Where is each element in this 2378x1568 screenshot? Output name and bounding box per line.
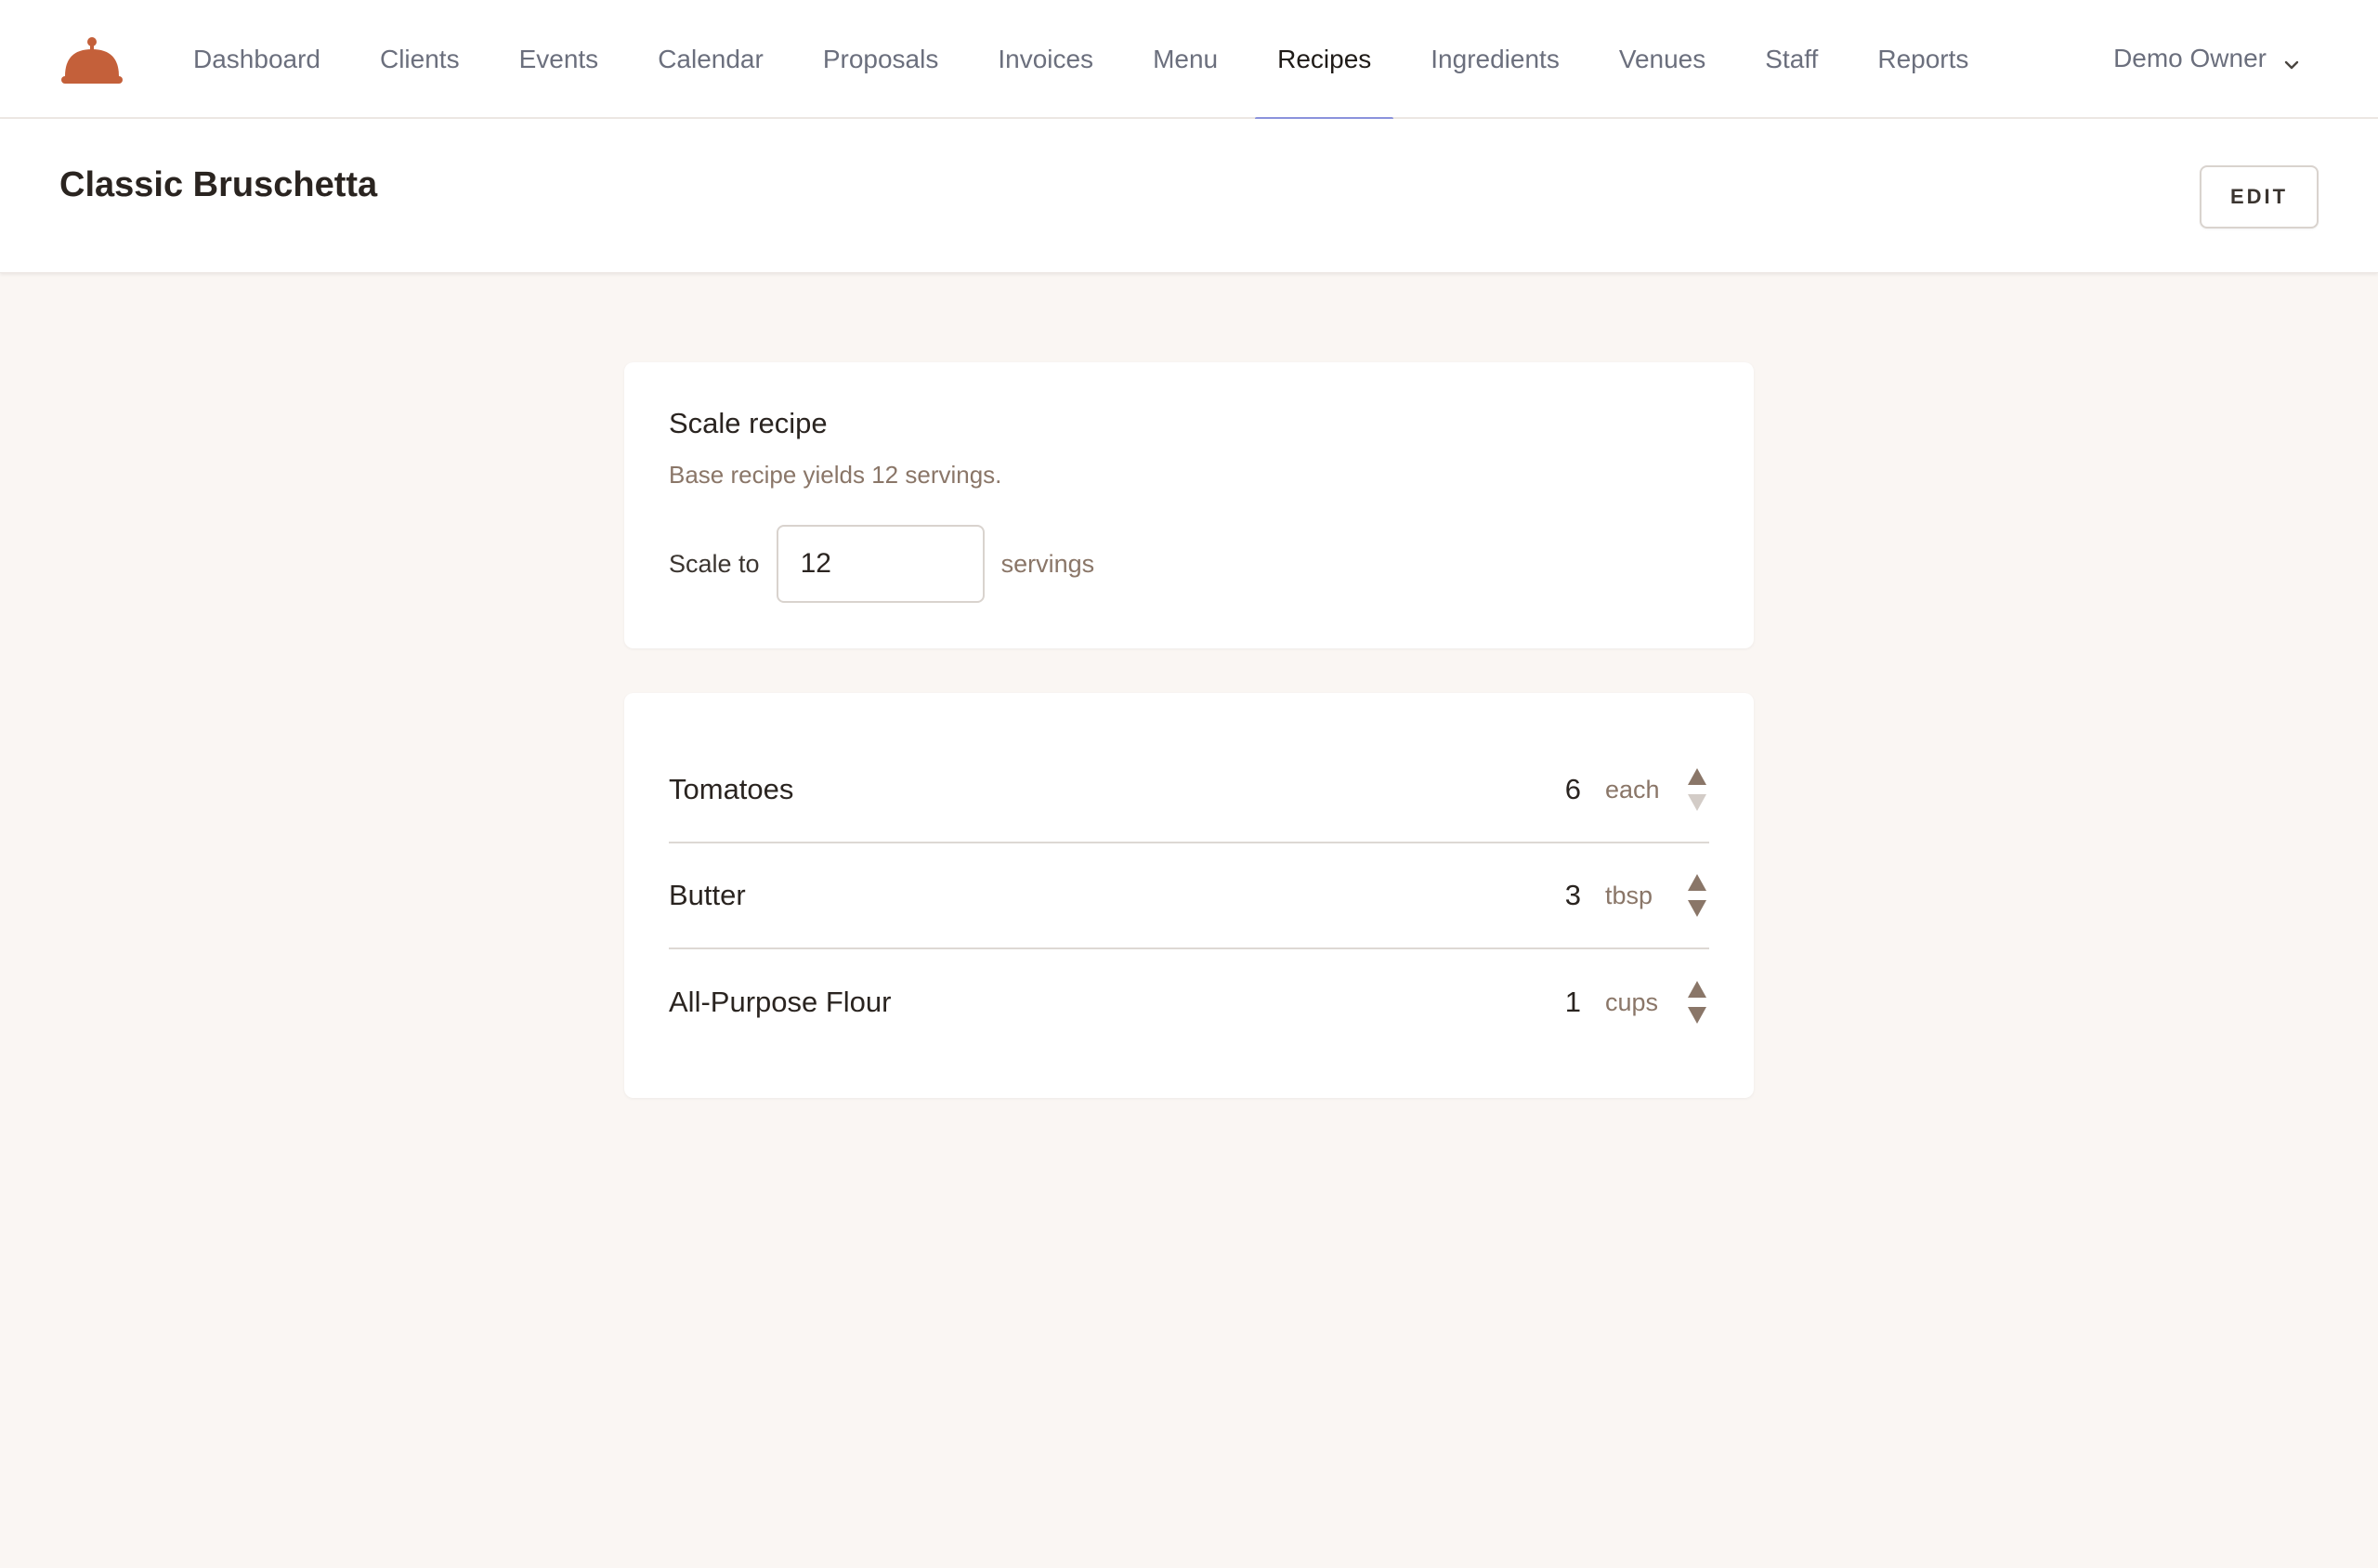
nav-item-clients[interactable]: Clients — [350, 0, 490, 119]
ingredient-unit: tbsp — [1605, 881, 1653, 909]
ingredient-row: Tomatoes 6 each — [669, 738, 1709, 843]
scale-recipe-card: Scale recipe Base recipe yields 12 servi… — [624, 362, 1754, 648]
nav-item-invoices[interactable]: Invoices — [968, 0, 1123, 119]
ingredient-row: Butter 3 tbsp — [669, 843, 1709, 949]
nav-item-recipes[interactable]: Recipes — [1248, 0, 1401, 121]
ingredient-unit: cups — [1605, 987, 1659, 1016]
nav-item-venues[interactable]: Venues — [1589, 0, 1735, 119]
nav-item-reports[interactable]: Reports — [1848, 0, 1998, 119]
user-menu[interactable]: Demo Owner — [2113, 0, 2300, 117]
decrement-arrow-icon[interactable] — [1687, 899, 1707, 918]
increment-arrow-icon[interactable] — [1687, 873, 1707, 892]
ingredient-name: Butter — [669, 879, 746, 911]
servings-input[interactable] — [776, 525, 985, 603]
top-nav: Dashboard Clients Events Calendar Proposals I… — [0, 0, 2378, 121]
quantity-stepper — [1685, 873, 1709, 918]
scale-row: Scale to servings — [669, 525, 1709, 603]
chevron-down-icon — [2283, 50, 2300, 70]
quantity-stepper — [1685, 980, 1709, 1025]
ingredient-list: Tomatoes 6 each Butter 3 tbsp All-Purpose Flou… — [669, 738, 1709, 1055]
ingredient-unit: each — [1605, 775, 1660, 804]
edit-button[interactable]: EDIT — [2200, 165, 2319, 229]
ingredients-card: Tomatoes 6 each Butter 3 tbsp All-Purpose Flou… — [624, 693, 1754, 1098]
nav-item-calendar[interactable]: Calendar — [628, 0, 793, 119]
nav-item-staff[interactable]: Staff — [1735, 0, 1848, 119]
decrement-arrow-icon[interactable] — [1687, 1006, 1707, 1025]
nav-item-proposals[interactable]: Proposals — [793, 0, 969, 119]
scale-card-title: Scale recipe — [669, 407, 828, 439]
nav-item-dashboard[interactable]: Dashboard — [163, 0, 350, 119]
decrement-arrow-icon[interactable] — [1687, 793, 1707, 812]
ingredient-quantity: 3 — [1564, 879, 1581, 911]
ingredient-name: All-Purpose Flour — [669, 986, 892, 1018]
ingredient-name: Tomatoes — [669, 773, 794, 805]
page-header: Classic Bruschetta EDIT — [0, 119, 2378, 273]
servings-label: servings — [1000, 549, 1095, 578]
base-yield-text: Base recipe yields 12 servings. — [669, 461, 1002, 489]
quantity-stepper — [1685, 767, 1709, 812]
ingredient-quantity: 1 — [1564, 986, 1581, 1018]
ingredient-row: All-Purpose Flour 1 cups — [669, 949, 1709, 1055]
ingredient-quantity: 6 — [1564, 773, 1581, 805]
cloche-logo-icon[interactable] — [59, 33, 124, 89]
main-nav: Dashboard Clients Events Calendar Proposals I… — [163, 0, 1998, 121]
scale-to-label: Scale to — [669, 549, 760, 578]
nav-item-ingredients[interactable]: Ingredients — [1401, 0, 1589, 119]
increment-arrow-icon[interactable] — [1687, 980, 1707, 999]
user-name: Demo Owner — [2113, 44, 2267, 72]
increment-arrow-icon[interactable] — [1687, 767, 1707, 786]
page-title: Classic Bruschetta — [59, 165, 378, 204]
nav-item-menu[interactable]: Menu — [1123, 0, 1248, 119]
nav-item-events[interactable]: Events — [490, 0, 629, 119]
